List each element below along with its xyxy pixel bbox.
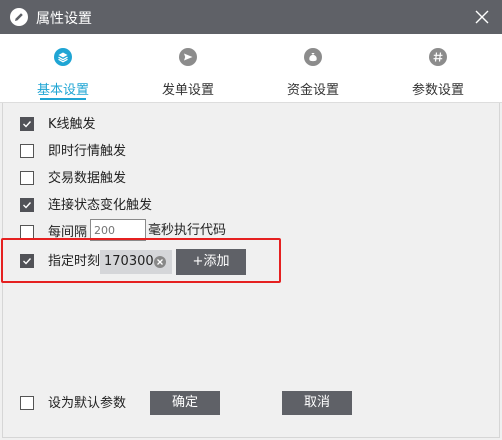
kline-trigger-label: K线触发 — [48, 117, 96, 132]
tab-basic-settings[interactable]: 基本设置 — [8, 34, 118, 102]
connection-change-trigger-checkbox[interactable] — [20, 198, 34, 212]
tab-bar: 基本设置 发单设置 资金设置 参数设置 — [0, 34, 502, 103]
trade-data-trigger-checkbox[interactable] — [20, 171, 34, 185]
set-default-params-checkbox[interactable] — [20, 396, 34, 410]
checkmark-icon — [23, 121, 32, 128]
properties-dialog: 属性设置 基本设置 发单设置 资金设置 参数设置 K线触发 即时行情触发 交易数… — [0, 0, 502, 440]
connection-change-trigger-label: 连接状态变化触发 — [48, 198, 153, 213]
title-bar: 属性设置 — [0, 0, 502, 34]
tab-parameter-settings[interactable]: 参数设置 — [383, 34, 493, 102]
close-button[interactable] — [472, 7, 492, 27]
edit-pencil-icon — [10, 8, 28, 26]
tab-parameter-settings-label: 参数设置 — [411, 83, 464, 98]
interval-trigger-checkbox[interactable] — [20, 225, 34, 239]
tab-order-settings[interactable]: 发单设置 — [133, 34, 243, 102]
tab-order-settings-label: 发单设置 — [161, 83, 214, 98]
checkmark-icon — [23, 202, 32, 209]
hash-icon — [429, 48, 447, 66]
highlight-box — [1, 238, 281, 283]
money-bag-icon — [304, 48, 322, 66]
realtime-quote-trigger-label: 即时行情触发 — [48, 144, 127, 159]
active-tab-indicator — [40, 98, 86, 100]
kline-trigger-checkbox[interactable] — [20, 117, 34, 131]
window-title: 属性设置 — [36, 11, 92, 27]
realtime-quote-trigger-checkbox[interactable] — [20, 144, 34, 158]
close-icon — [475, 10, 489, 24]
tab-funds-settings-label: 资金设置 — [286, 83, 339, 98]
tab-funds-settings[interactable]: 资金设置 — [258, 34, 368, 102]
confirm-button[interactable]: 确定 — [150, 391, 220, 415]
tab-basic-settings-label: 基本设置 — [36, 83, 89, 98]
trade-data-trigger-label: 交易数据触发 — [48, 171, 127, 186]
set-default-params-label: 设为默认参数 — [48, 396, 127, 411]
stack-icon — [54, 48, 72, 66]
cancel-button[interactable]: 取消 — [282, 391, 352, 415]
send-icon — [179, 48, 197, 66]
